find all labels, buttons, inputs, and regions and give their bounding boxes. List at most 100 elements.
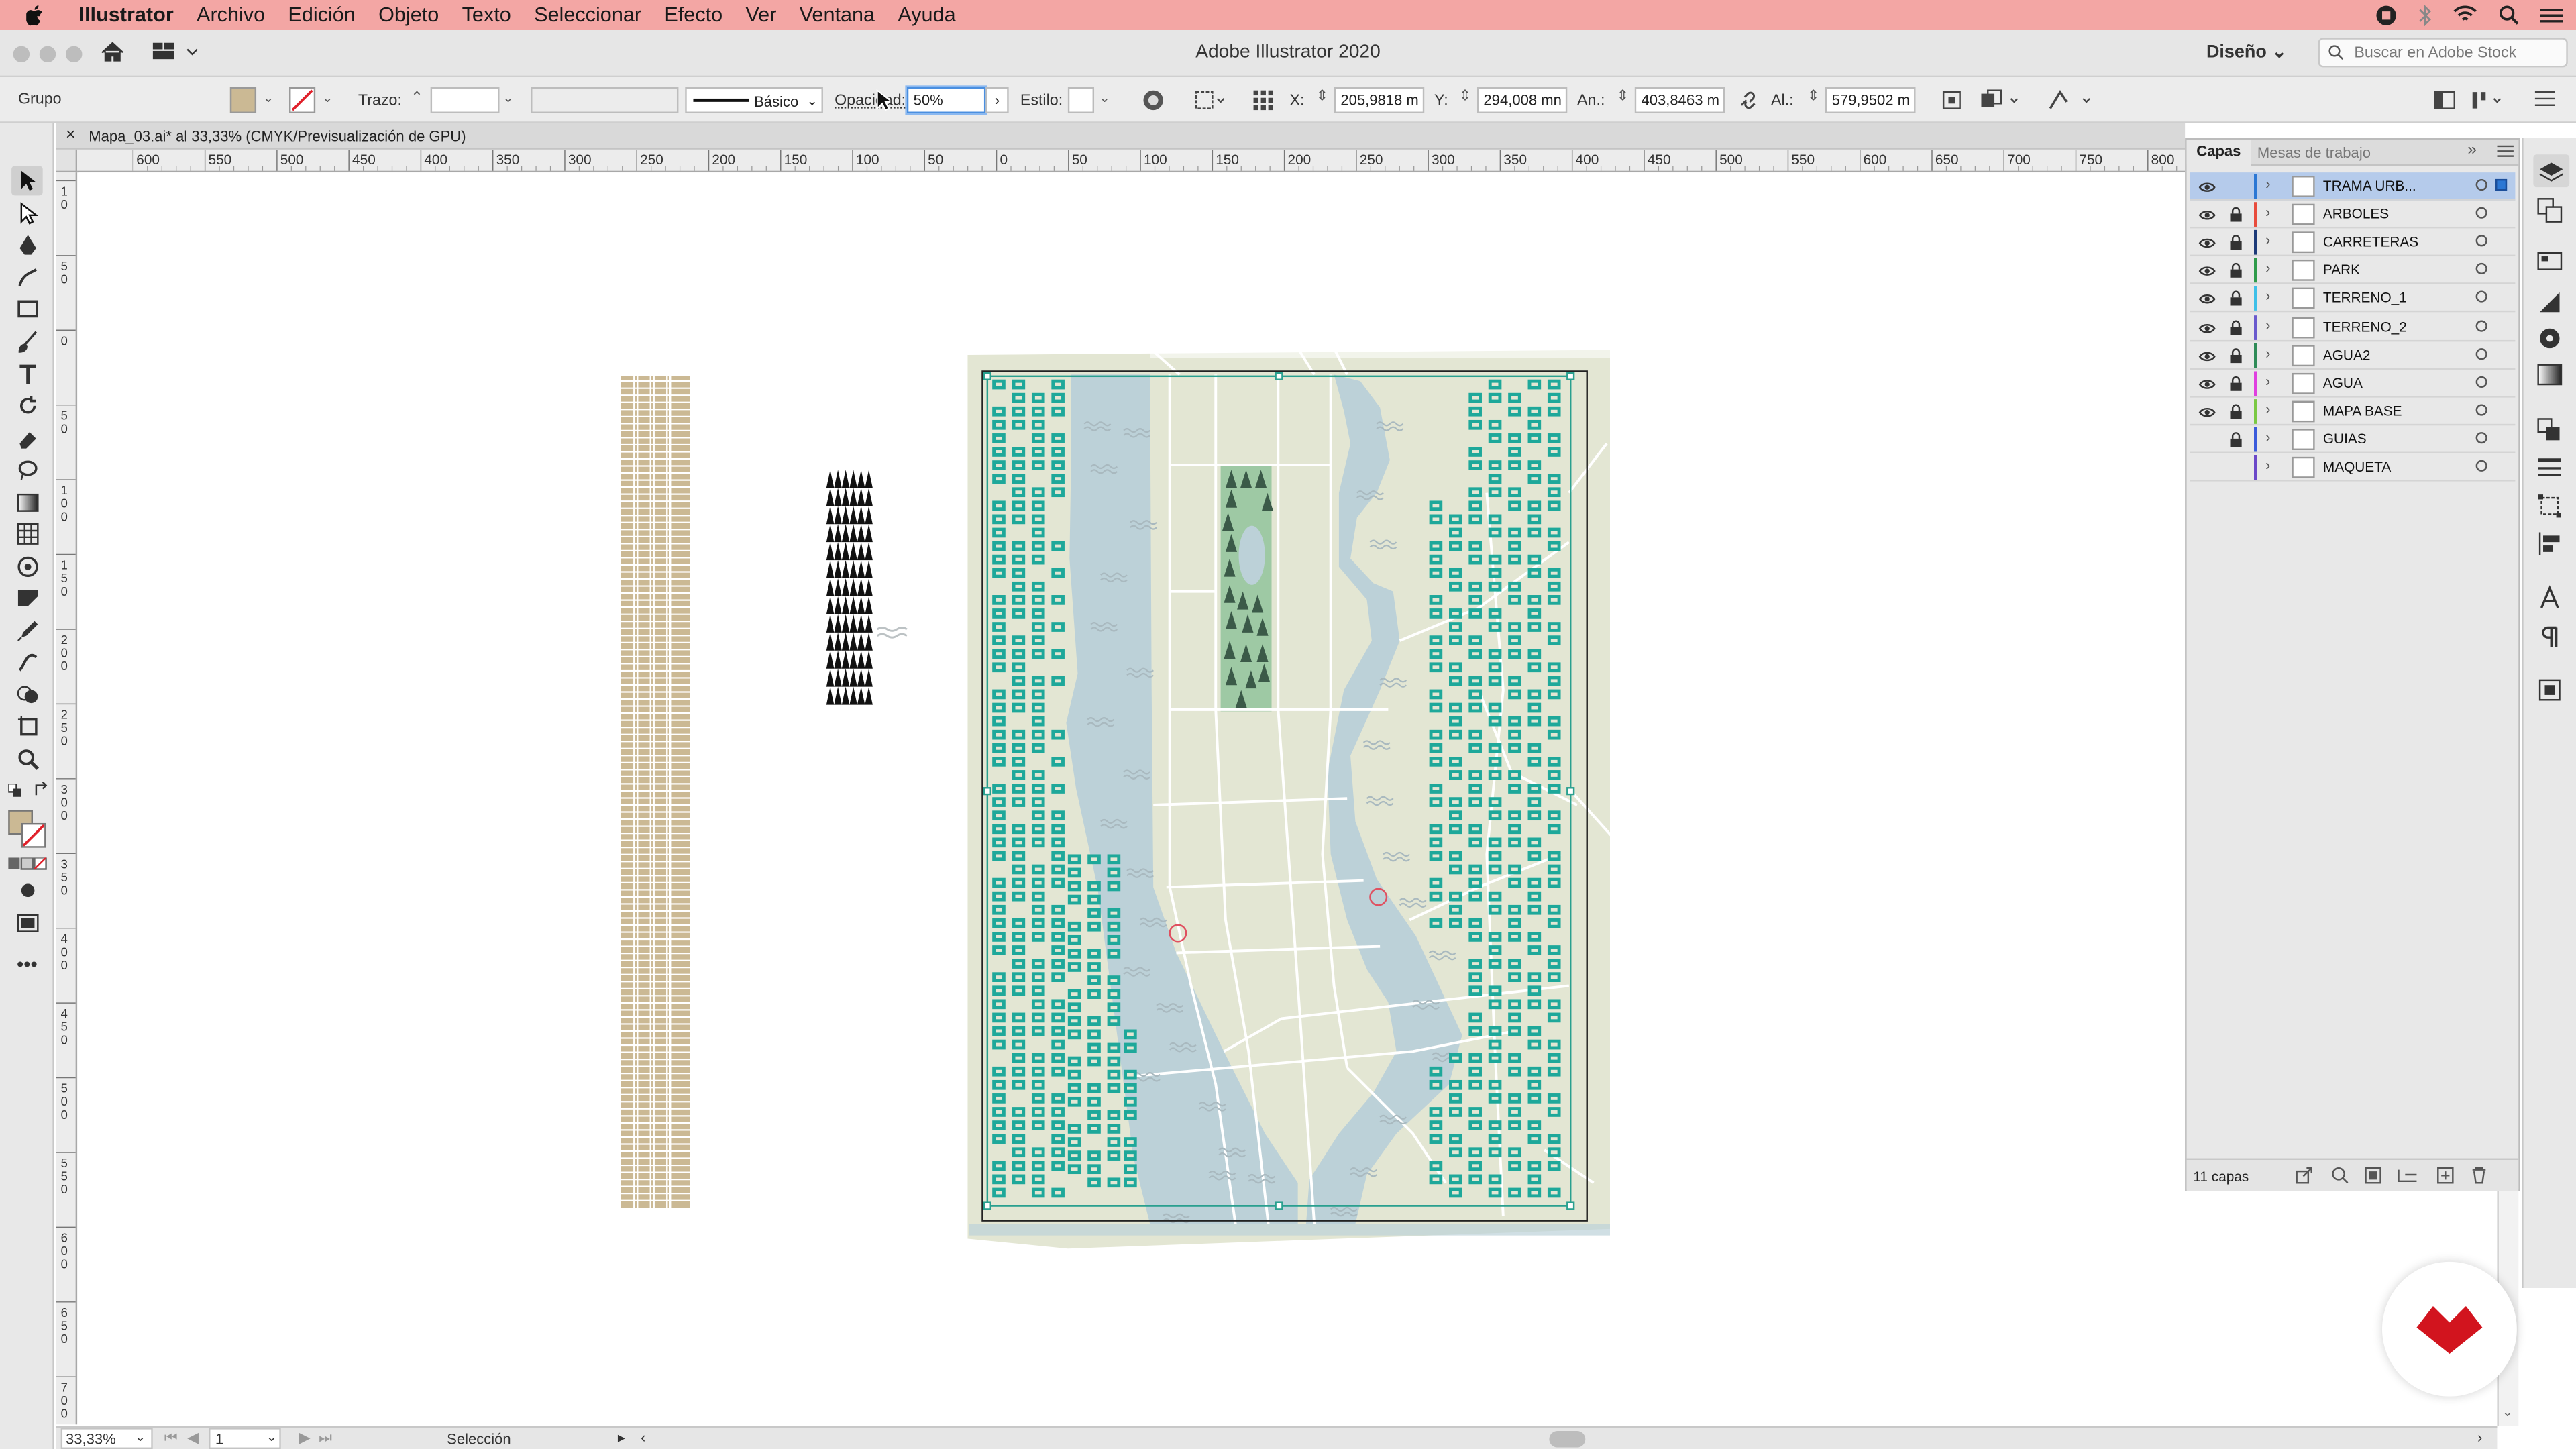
opacity-label[interactable]: Opacidad: bbox=[835, 92, 906, 110]
width-field[interactable]: 403,8463 m bbox=[1634, 87, 1725, 113]
target-circle-icon[interactable] bbox=[2475, 376, 2487, 388]
transform-reference-icon[interactable] bbox=[1252, 89, 1275, 111]
map-artwork[interactable] bbox=[967, 345, 1622, 1249]
target-circle-icon[interactable] bbox=[2475, 460, 2487, 472]
visibility-eye-icon[interactable] bbox=[2198, 265, 2216, 278]
lock-icon[interactable] bbox=[2229, 207, 2243, 222]
target-circle-icon[interactable] bbox=[2475, 263, 2487, 275]
target-circle-icon[interactable] bbox=[2475, 235, 2487, 247]
visibility-eye-icon[interactable] bbox=[2198, 378, 2216, 391]
document-tab[interactable]: × Mapa_03.ai* al 33,33% (CMYK/Previsuali… bbox=[56, 123, 2186, 150]
layer-row[interactable]: › AGUA2 bbox=[2190, 341, 2516, 370]
horizontal-scroll-thumb[interactable] bbox=[1549, 1431, 1586, 1448]
libraries-dock-icon[interactable] bbox=[2536, 250, 2563, 272]
expand-chevron-icon[interactable]: › bbox=[2265, 400, 2270, 417]
width-stepper[interactable]: ⇕ bbox=[1617, 87, 1629, 105]
expand-chevron-icon[interactable]: › bbox=[2265, 176, 2270, 192]
menu-archivo[interactable]: Archivo bbox=[185, 0, 276, 30]
rotate-tool[interactable] bbox=[11, 391, 43, 421]
stroke-weight-dropdown-icon[interactable]: ⌄ bbox=[502, 91, 513, 105]
color-dock-icon[interactable] bbox=[2536, 325, 2563, 352]
menu-seleccionar[interactable]: Seleccionar bbox=[523, 0, 653, 30]
layer-row[interactable]: › TERRENO_1 bbox=[2190, 285, 2516, 313]
expand-chevron-icon[interactable]: › bbox=[2265, 204, 2270, 220]
lock-icon[interactable] bbox=[2229, 291, 2243, 307]
expand-chevron-icon[interactable]: › bbox=[2265, 344, 2270, 360]
menu-objeto[interactable]: Objeto bbox=[367, 0, 451, 30]
artboard-tool[interactable] bbox=[11, 711, 43, 741]
puppet-warp-icon[interactable] bbox=[2047, 89, 2093, 111]
layer-row[interactable]: › MAPA BASE bbox=[2190, 397, 2516, 425]
zoom-tool[interactable] bbox=[11, 744, 43, 773]
expand-chevron-icon[interactable]: › bbox=[2265, 316, 2270, 332]
new-sublayer-icon[interactable] bbox=[2397, 1167, 2418, 1185]
menu-ver[interactable]: Ver bbox=[734, 0, 788, 30]
gradient-tool[interactable] bbox=[11, 488, 43, 517]
workspace-switcher[interactable]: Diseño ⌄ bbox=[2206, 41, 2287, 62]
path-options-icon[interactable] bbox=[1980, 89, 2023, 111]
stock-search-input[interactable]: Buscar en Adobe Stock bbox=[2318, 38, 2568, 68]
drawing-mode-icon[interactable] bbox=[11, 875, 43, 905]
tab-capas[interactable]: Capas bbox=[2186, 140, 2251, 166]
screen-mode-icon[interactable] bbox=[11, 908, 43, 938]
paintbrush-tool[interactable] bbox=[11, 327, 43, 356]
target-circle-icon[interactable] bbox=[2475, 403, 2487, 416]
shape-builder-tool[interactable] bbox=[11, 680, 43, 710]
target-circle-icon[interactable] bbox=[2475, 319, 2487, 331]
stroke-dropdown-icon[interactable]: ⌄ bbox=[322, 91, 333, 105]
color-guide-dock-icon[interactable] bbox=[2536, 289, 2563, 315]
scroll-right-icon[interactable]: › bbox=[2477, 1430, 2482, 1446]
panel-menu-icon[interactable] bbox=[2497, 145, 2514, 158]
menu-edicion[interactable]: Edición bbox=[276, 0, 367, 30]
edit-toolbar-icon[interactable]: ••• bbox=[11, 950, 43, 979]
scroll-left-icon[interactable]: ‹ bbox=[641, 1430, 645, 1446]
tab-mesas-de-trabajo[interactable]: Mesas de trabajo bbox=[2257, 145, 2371, 161]
eyedropper-tool[interactable] bbox=[11, 616, 43, 645]
visibility-eye-icon[interactable] bbox=[2198, 350, 2216, 363]
tree-symbol-group[interactable] bbox=[826, 470, 873, 705]
building-swatch-strip[interactable] bbox=[621, 376, 690, 1208]
lock-icon[interactable] bbox=[2229, 376, 2243, 391]
stroke-weight-stepper[interactable]: ⌃ bbox=[411, 89, 423, 107]
visibility-eye-icon[interactable] bbox=[2198, 321, 2216, 335]
visibility-eye-icon[interactable] bbox=[2198, 405, 2216, 419]
artboards-dock-icon[interactable] bbox=[2536, 197, 2563, 223]
stroke-dock-icon[interactable] bbox=[2536, 455, 2563, 478]
menu-efecto[interactable]: Efecto bbox=[653, 0, 734, 30]
opacity-field[interactable]: 50% bbox=[906, 87, 986, 113]
layer-row[interactable]: › CARRETERAS bbox=[2190, 229, 2516, 257]
expand-chevron-icon[interactable]: › bbox=[2265, 260, 2270, 276]
clipping-mask-icon[interactable] bbox=[2364, 1167, 2382, 1185]
visibility-eye-icon[interactable] bbox=[2198, 180, 2216, 194]
lock-icon[interactable] bbox=[2229, 235, 2243, 250]
opacity-arrow-button[interactable]: › bbox=[985, 87, 1009, 113]
visibility-eye-icon[interactable] bbox=[2198, 293, 2216, 307]
layer-row[interactable]: › GUIAS bbox=[2190, 425, 2516, 453]
stroke-swatch[interactable] bbox=[289, 87, 316, 113]
panel-layout-icon[interactable] bbox=[2433, 89, 2456, 111]
rectangle-tool[interactable] bbox=[11, 294, 43, 323]
x-stepper[interactable]: ⇕ bbox=[1316, 87, 1328, 105]
expand-chevron-icon[interactable]: › bbox=[2265, 457, 2270, 473]
layers-dock-icon[interactable] bbox=[2533, 154, 2570, 188]
water-wave-symbol[interactable] bbox=[876, 627, 908, 639]
previous-artboard-icon[interactable]: ◀ bbox=[187, 1430, 199, 1448]
isolate-group-icon[interactable] bbox=[1940, 89, 1963, 111]
paragraph-dock-icon[interactable] bbox=[2538, 625, 2561, 651]
apple-icon[interactable] bbox=[0, 4, 67, 25]
height-stepper[interactable]: ⇕ bbox=[1807, 87, 1819, 105]
visibility-eye-icon[interactable] bbox=[2198, 209, 2216, 222]
layer-row[interactable]: › ARBOLES bbox=[2190, 201, 2516, 229]
stroke-color-swatch[interactable] bbox=[21, 822, 46, 848]
vertical-ruler[interactable]: 1050050100150200250300350400450500550600… bbox=[56, 172, 78, 1425]
y-field[interactable]: 294,008 mn bbox=[1477, 87, 1568, 113]
target-circle-icon[interactable] bbox=[2475, 431, 2487, 443]
collapse-panel-icon[interactable]: » bbox=[2467, 142, 2477, 160]
align-options-icon[interactable] bbox=[1194, 89, 1227, 111]
arrange-panels-icon[interactable] bbox=[2471, 89, 2507, 111]
zoom-dropdown-icon[interactable]: ⌄ bbox=[135, 1430, 146, 1444]
character-dock-icon[interactable] bbox=[2536, 585, 2563, 611]
lock-icon[interactable] bbox=[2229, 404, 2243, 419]
scroll-down-icon[interactable]: ⌄ bbox=[2502, 1405, 2513, 1419]
height-field[interactable]: 579,9502 m bbox=[1825, 87, 1916, 113]
